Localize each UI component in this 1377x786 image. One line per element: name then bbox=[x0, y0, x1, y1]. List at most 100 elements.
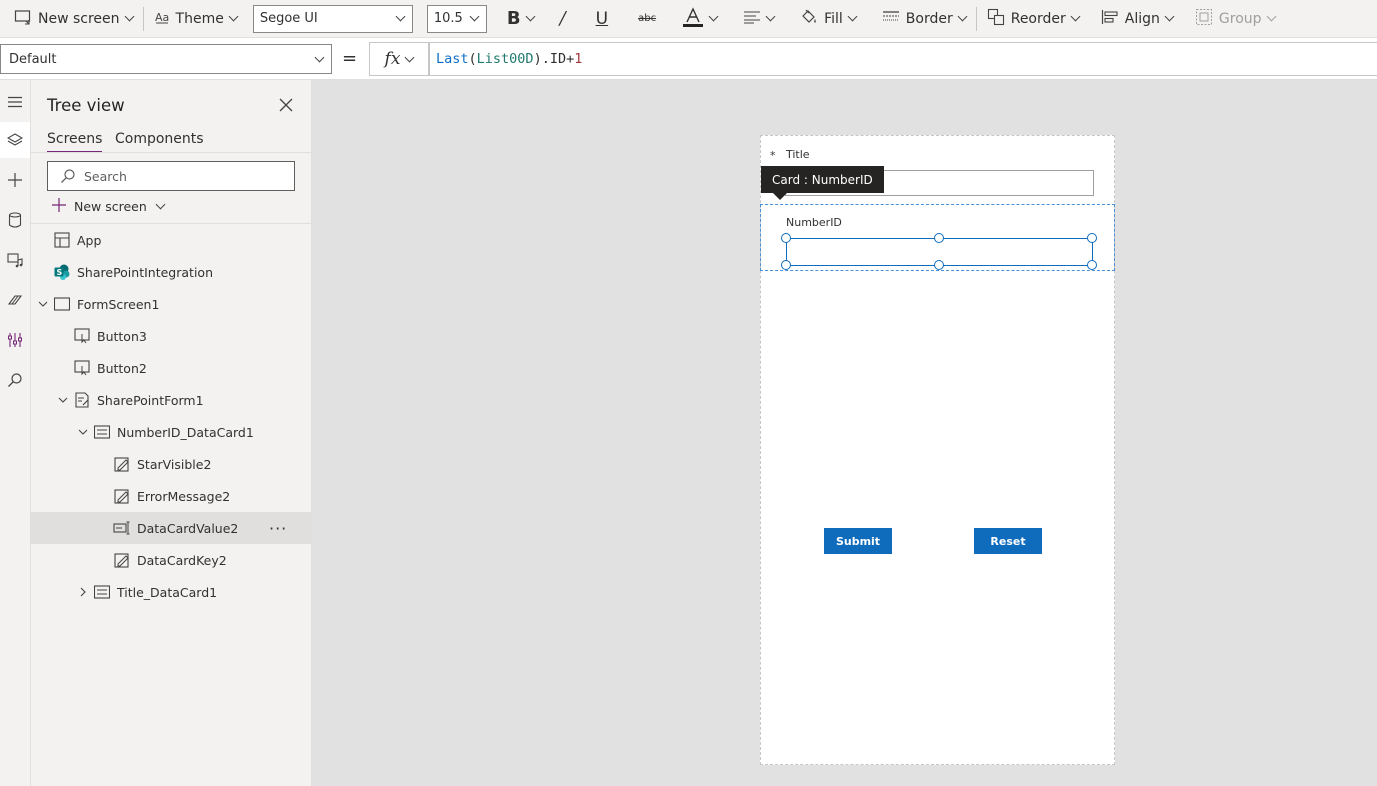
tree-view-layers-icon[interactable] bbox=[0, 122, 30, 158]
tree-node-formscreen1[interactable]: FormScreen1 bbox=[31, 288, 311, 320]
tree-node-label: Button3 bbox=[97, 328, 147, 344]
chevron-down-icon bbox=[708, 11, 719, 22]
left-rail bbox=[0, 80, 31, 786]
tree-node-datacardvalue2[interactable]: DataCardValue2 ··· bbox=[31, 512, 311, 544]
chevron-down-icon bbox=[957, 11, 968, 22]
tree-node-title-datacard1[interactable]: Title_DataCard1 bbox=[31, 576, 311, 608]
align-label: Align bbox=[1124, 10, 1160, 27]
tree-node-label: FormScreen1 bbox=[77, 296, 160, 312]
paint-bucket-icon bbox=[800, 8, 818, 30]
bold-button[interactable]: B bbox=[501, 0, 540, 38]
fill-label: Fill bbox=[824, 10, 843, 27]
tree-node-label: Button2 bbox=[97, 360, 147, 376]
reorder-button[interactable]: Reorder bbox=[981, 0, 1085, 38]
new-screen-button[interactable]: New screen bbox=[8, 0, 139, 38]
chevron-down-icon[interactable] bbox=[78, 427, 88, 437]
tree-node-label: SharePointForm1 bbox=[97, 392, 204, 408]
font-color-button[interactable] bbox=[676, 0, 723, 38]
function-button[interactable]: fx bbox=[369, 42, 429, 76]
tree-node-datacardkey2[interactable]: DataCardKey2 bbox=[31, 544, 311, 576]
svg-text:Aa: Aa bbox=[155, 11, 169, 24]
tab-components[interactable]: Components bbox=[115, 131, 204, 147]
tree-view-title: Tree view bbox=[47, 96, 125, 115]
media-icon[interactable] bbox=[0, 242, 30, 278]
chevron-down-icon bbox=[404, 52, 415, 62]
tree-node-starvisible2[interactable]: StarVisible2 bbox=[31, 448, 311, 480]
tree-node-sharepointintegration[interactable]: S SharePointIntegration bbox=[31, 256, 311, 288]
tree-node-app[interactable]: App bbox=[31, 224, 311, 256]
chevron-down-icon bbox=[469, 11, 480, 22]
align-button[interactable]: Align bbox=[1095, 0, 1179, 38]
label-edit-icon bbox=[113, 551, 131, 569]
tab-screens[interactable]: Screens bbox=[47, 131, 103, 153]
border-label: Border bbox=[905, 10, 953, 27]
chevron-down-icon bbox=[124, 11, 134, 22]
form-screen[interactable]: * Title Card : NumberID NumberID Submit … bbox=[760, 135, 1115, 765]
card-tooltip: Card : NumberID bbox=[761, 166, 884, 200]
chevron-right-icon[interactable] bbox=[78, 587, 88, 597]
font-color-icon bbox=[682, 6, 704, 32]
tree-node-label: App bbox=[77, 232, 102, 248]
resize-handle-top[interactable] bbox=[934, 233, 944, 243]
search-icon[interactable] bbox=[0, 362, 30, 398]
search-icon bbox=[60, 168, 76, 184]
tree-node-label: Title_DataCard1 bbox=[117, 584, 218, 600]
group-label: Group bbox=[1218, 10, 1262, 27]
property-select[interactable]: Default bbox=[0, 44, 332, 74]
tree-node-numberid-datacard1[interactable]: NumberID_DataCard1 bbox=[31, 416, 311, 448]
formula-bar: Default = fx Last(List00D).ID+ 1 bbox=[0, 38, 1377, 80]
tabs-divider bbox=[31, 152, 311, 153]
theme-button[interactable]: Aa Theme bbox=[148, 0, 243, 38]
close-icon[interactable] bbox=[277, 96, 295, 114]
italic-button[interactable]: / bbox=[554, 0, 572, 38]
tree-node-button2[interactable]: Button2 bbox=[31, 352, 311, 384]
strikethrough-icon: abc bbox=[638, 13, 657, 24]
formula-input[interactable]: Last(List00D).ID+ 1 bbox=[429, 42, 1377, 76]
tree-node-sharepointform1[interactable]: SharePointForm1 bbox=[31, 384, 311, 416]
new-screen-label: New screen bbox=[38, 10, 120, 27]
text-align-button[interactable] bbox=[737, 0, 780, 38]
resize-handle-top-right[interactable] bbox=[1087, 233, 1097, 243]
chevron-down-icon bbox=[765, 11, 776, 22]
reorder-label: Reorder bbox=[1010, 10, 1066, 27]
strikethrough-button[interactable]: abc bbox=[632, 0, 662, 38]
power-automate-icon[interactable] bbox=[0, 282, 30, 318]
resize-handle-top-left[interactable] bbox=[781, 233, 791, 243]
tree-node-button3[interactable]: Button3 bbox=[31, 320, 311, 352]
font-size-select[interactable]: 10.5 bbox=[426, 4, 487, 33]
font-size-value: 10.5 bbox=[433, 11, 463, 26]
formula-number: 1 bbox=[574, 51, 583, 67]
label-edit-icon bbox=[113, 487, 131, 505]
underline-button[interactable]: U bbox=[590, 0, 614, 38]
reset-button[interactable]: Reset bbox=[974, 528, 1042, 554]
group-button[interactable]: Group bbox=[1189, 0, 1281, 38]
submit-button[interactable]: Submit bbox=[824, 528, 892, 554]
more-options-icon[interactable]: ··· bbox=[269, 519, 287, 538]
chevron-down-icon bbox=[1266, 11, 1276, 22]
resize-handle-bottom[interactable] bbox=[934, 260, 944, 270]
chevron-down-icon bbox=[314, 52, 325, 62]
border-button[interactable]: Border bbox=[876, 0, 972, 38]
plus-icon bbox=[52, 198, 66, 215]
data-card-icon bbox=[93, 423, 111, 441]
chevron-down-icon bbox=[525, 11, 536, 22]
menu-icon[interactable] bbox=[0, 84, 30, 120]
search-input[interactable]: Search bbox=[47, 161, 295, 191]
chevron-down-icon[interactable] bbox=[38, 299, 48, 309]
insert-plus-icon[interactable] bbox=[0, 162, 30, 198]
tree-new-screen-button[interactable]: New screen bbox=[52, 198, 166, 215]
border-icon bbox=[882, 10, 900, 28]
group-icon bbox=[1195, 8, 1213, 30]
font-family-select[interactable]: Segoe UI bbox=[252, 4, 413, 33]
svg-text:S: S bbox=[57, 268, 63, 277]
fill-button[interactable]: Fill bbox=[794, 0, 862, 38]
tree-node-errormessage2[interactable]: ErrorMessage2 bbox=[31, 480, 311, 512]
font-family-value: Segoe UI bbox=[259, 11, 318, 26]
advanced-tools-icon[interactable] bbox=[0, 322, 30, 358]
title-field-label: Title bbox=[786, 148, 810, 161]
resize-handle-bottom-right[interactable] bbox=[1087, 260, 1097, 270]
resize-handle-bottom-left[interactable] bbox=[781, 260, 791, 270]
data-database-icon[interactable] bbox=[0, 202, 30, 238]
app-icon bbox=[53, 231, 71, 249]
chevron-down-icon[interactable] bbox=[58, 395, 68, 405]
